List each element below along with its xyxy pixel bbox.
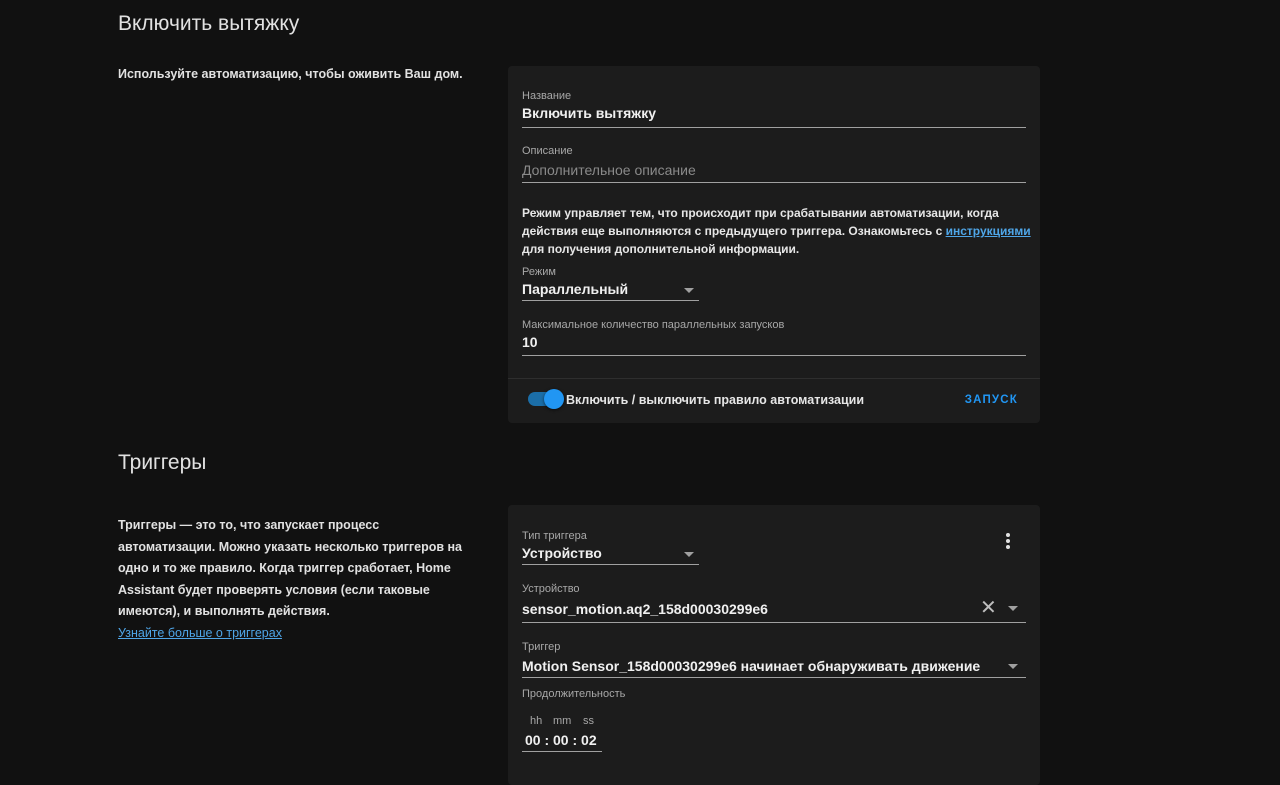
mode-help-before: Режим управляет тем, что происходит при …	[522, 206, 999, 238]
max-runs-label: Максимальное количество параллельных зап…	[522, 319, 785, 331]
card-divider	[508, 378, 1040, 379]
mode-value: Параллельный	[522, 281, 629, 297]
duration-hh-label: hh	[530, 715, 543, 727]
trigger-underline	[522, 677, 1026, 678]
duration-label: Продолжительность	[522, 688, 626, 700]
automation-intro: Используйте автоматизацию, чтобы оживить…	[118, 67, 463, 81]
device-select[interactable]: Устройство sensor_motion.aq2_158d0003029…	[522, 583, 1026, 623]
triggers-intro-block: Триггеры — это то, что запускает процесс…	[118, 515, 468, 644]
max-runs-underline	[522, 355, 1026, 356]
run-button[interactable]: ЗАПУСК	[965, 394, 1018, 406]
trigger-type-select[interactable]: Тип триггера Устройство	[522, 530, 699, 565]
duration-label-wrap: Продолжительность	[522, 688, 822, 700]
description-underline	[522, 182, 1026, 183]
trigger-select[interactable]: Триггер Motion Sensor_158d00030299e6 нач…	[522, 641, 1026, 678]
mode-help-after: для получения дополнительной информации.	[522, 242, 800, 256]
duration-value[interactable]: 00 : 00 : 02	[525, 732, 597, 748]
trigger-label: Триггер	[522, 641, 561, 653]
duration-ss-label: ss	[583, 715, 594, 727]
trigger-type-label: Тип триггера	[522, 530, 587, 542]
device-label: Устройство	[522, 583, 580, 595]
more-options-icon[interactable]	[1006, 533, 1010, 551]
triggers-intro: Триггеры — это то, что запускает процесс…	[118, 518, 463, 618]
name-input[interactable]: Включить вытяжку	[522, 105, 1026, 121]
trigger-card: Тип триггера Устройство Устройство senso…	[508, 505, 1040, 785]
mode-select[interactable]: Режим Параллельный	[522, 266, 699, 301]
learn-more-link[interactable]: Узнайте больше о триггерах	[118, 623, 468, 645]
triggers-title: Триггеры	[118, 451, 207, 474]
duration-mm-label: mm	[553, 715, 572, 727]
automation-settings-card: Название Включить вытяжку Описание Допол…	[508, 66, 1040, 423]
duration-underline	[522, 751, 602, 752]
description-input[interactable]: Дополнительное описание	[522, 162, 1026, 178]
chevron-down-icon[interactable]	[1008, 606, 1018, 611]
name-underline	[522, 127, 1026, 128]
mode-help-text: Режим управляет тем, что происходит при …	[522, 204, 1032, 258]
close-icon[interactable]: ✕	[980, 598, 997, 618]
duration-input[interactable]: hh mm ss 00 : 00 : 02	[522, 715, 602, 752]
enable-toggle[interactable]	[528, 389, 564, 409]
instructions-link[interactable]: инструкциями	[946, 224, 1031, 238]
mode-label: Режим	[522, 266, 556, 278]
automation-title: Включить вытяжку	[118, 12, 300, 35]
description-label: Описание	[522, 145, 573, 157]
mode-underline	[522, 300, 699, 301]
chevron-down-icon	[684, 552, 694, 557]
trigger-type-underline	[522, 564, 699, 565]
toggle-knob	[544, 389, 564, 409]
device-underline	[522, 622, 1026, 623]
trigger-value: Motion Sensor_158d00030299e6 начинает об…	[522, 658, 981, 674]
max-runs-field[interactable]: Максимальное количество параллельных зап…	[522, 319, 1026, 356]
device-value: sensor_motion.aq2_158d00030299e6	[522, 601, 768, 617]
description-field[interactable]: Описание Дополнительное описание	[522, 145, 1026, 183]
toggle-label: Включить / выключить правило автоматизац…	[566, 393, 865, 407]
chevron-down-icon	[684, 288, 694, 293]
trigger-type-value: Устройство	[522, 545, 602, 561]
name-field[interactable]: Название Включить вытяжку	[522, 90, 1026, 128]
chevron-down-icon	[1008, 664, 1018, 669]
max-runs-input[interactable]: 10	[522, 334, 1026, 350]
name-label: Название	[522, 90, 572, 102]
